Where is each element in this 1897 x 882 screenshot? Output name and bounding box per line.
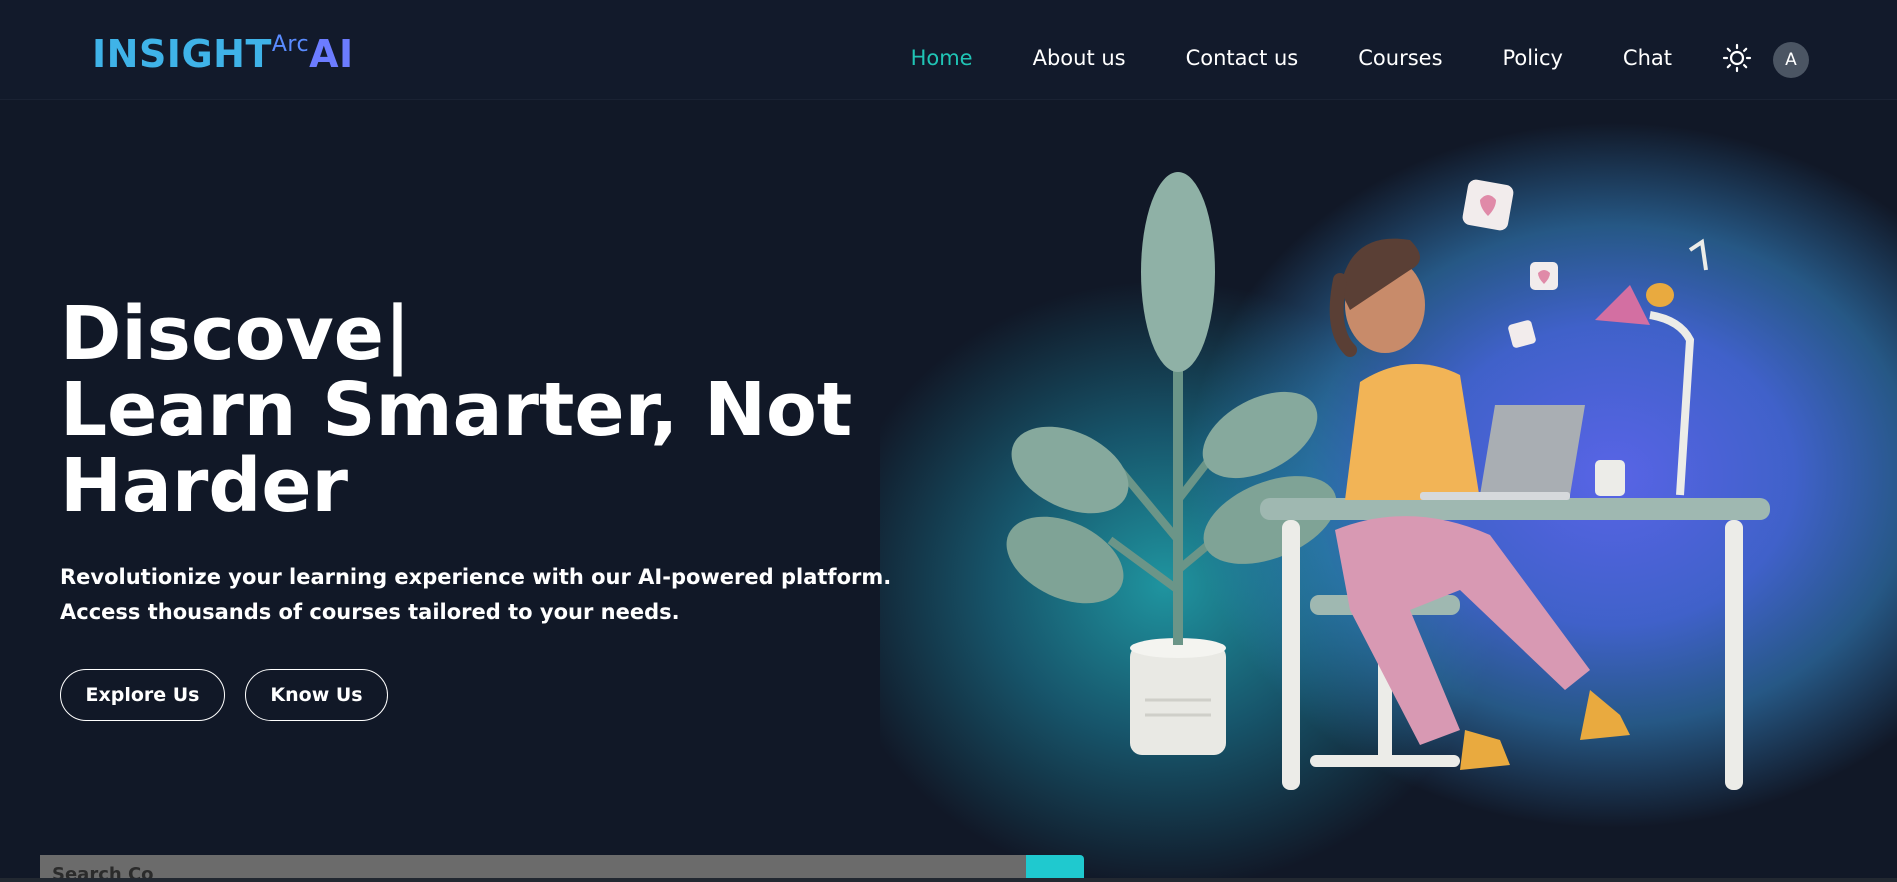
desk-illustration [1260,498,1770,790]
main-nav: Home About us Contact us Courses Policy … [851,40,1672,76]
know-us-button[interactable]: Know Us [245,669,388,721]
logo-text-insight: INSIGHT [92,32,272,76]
music-note-illustration [1688,238,1708,271]
mug-illustration [1595,460,1625,496]
hero-title-line3: Harder [60,443,349,529]
nav-link-chat[interactable]: Chat [1623,40,1672,76]
hero-title-line2: Learn Smarter, Not [60,367,853,453]
page-bottom-strip [0,878,1897,882]
site-logo[interactable]: INSIGHTArcAI [92,30,354,85]
heart-icons-illustration [1462,179,1558,348]
nav-link-home[interactable]: Home [911,40,973,76]
nav-link-about[interactable]: About us [1033,40,1126,76]
logo-text-ai: AI [309,32,354,76]
sun-icon[interactable] [1722,43,1752,73]
hero-title: Discove| Learn Smarter, Not Harder [60,296,960,524]
hero-illustration [990,170,1790,810]
logo-text-arc: Arc [271,32,310,57]
nav-link-courses[interactable]: Courses [1358,40,1442,76]
nav-link-policy[interactable]: Policy [1503,40,1563,76]
hero-typed-text: Discove| [60,291,411,377]
top-navbar: INSIGHTArcAI Home About us Contact us Co… [0,0,1897,100]
nav-link-contact[interactable]: Contact us [1186,40,1299,76]
user-avatar[interactable]: A [1773,42,1809,78]
hero-description: Revolutionize your learning experience w… [60,565,892,624]
explore-us-button[interactable]: Explore Us [60,669,225,721]
